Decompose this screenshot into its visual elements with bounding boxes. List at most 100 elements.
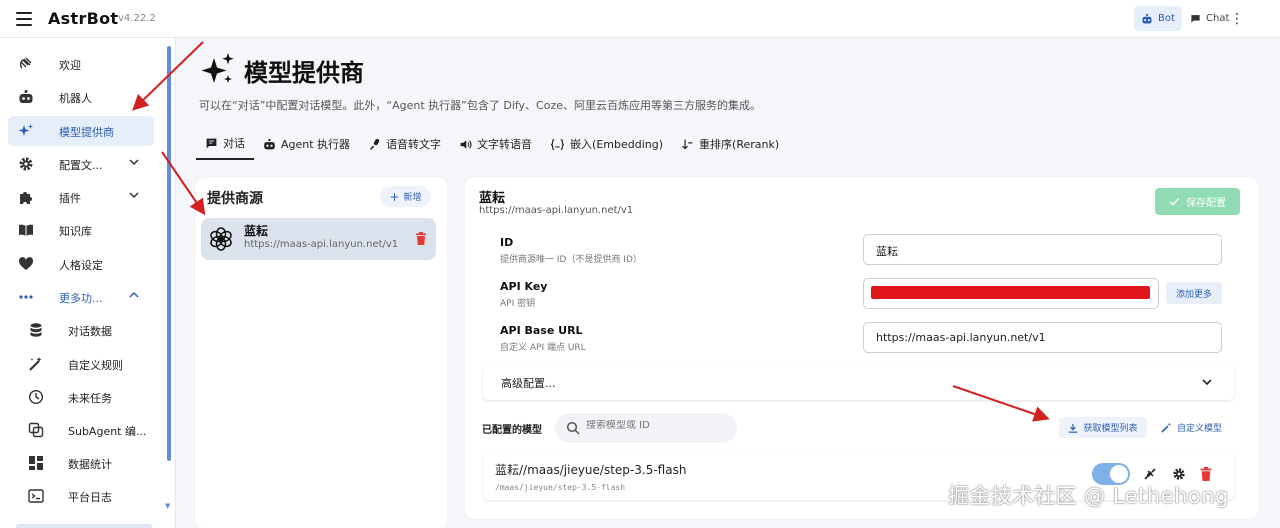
provider-url: https://maas-api.lanyun.net/v1: [244, 239, 399, 250]
tab-label: 语音转文字: [386, 138, 442, 151]
add-provider-label: 新增: [403, 193, 422, 203]
configured-models-label: 已配置的模型: [482, 425, 542, 436]
tab-rerank[interactable]: 重排序(Rerank): [672, 128, 788, 160]
layers-icon: [28, 422, 44, 438]
robot-icon: [264, 138, 275, 149]
sidebar-item-label: 机器人: [59, 92, 92, 105]
add-provider-button[interactable]: + 新增: [380, 186, 431, 207]
sidebar-item-knowledge[interactable]: 知识库: [8, 215, 154, 245]
microphone-icon: [369, 138, 380, 150]
model-name: 蓝耘//maas/jieyue/step-3.5-flash: [495, 463, 687, 477]
sidebar-item-welcome[interactable]: 欢迎: [8, 49, 154, 79]
sidebar-footer: [16, 524, 152, 528]
heart-icon: [18, 257, 34, 270]
chat-button[interactable]: Chat: [1183, 6, 1236, 31]
base-url-input[interactable]: https://maas-api.lanyun.net/v1: [863, 322, 1222, 353]
tab-label: Agent 执行器: [281, 138, 351, 151]
provider-list-item[interactable]: 蓝耘 https://maas-api.lanyun.net/v1: [201, 218, 436, 260]
model-search-input[interactable]: [586, 420, 726, 431]
sidebar-item-tasks[interactable]: 未来任务: [8, 382, 154, 412]
sparkle-icon: [201, 53, 234, 83]
provider-source-panel: 提供商源 + 新增 蓝耘 https://maas-api.lanyun.net…: [196, 178, 447, 528]
search-icon: [566, 421, 580, 435]
top-bar: AstrBot v4.22.2 Bot Chat ⋮: [0, 0, 1280, 38]
id-field-hint: 提供商源唯一 ID（不是提供商 ID）: [500, 255, 642, 265]
book-icon: [19, 224, 33, 236]
chat-button-label: Chat: [1206, 13, 1230, 24]
database-icon: [30, 323, 42, 337]
add-more-key-button[interactable]: 添加更多: [1166, 282, 1222, 304]
chat-icon: [1191, 15, 1200, 23]
sidebar-item-label: 知识库: [59, 225, 92, 238]
sidebar-item-plugins[interactable]: 插件: [8, 182, 154, 212]
sidebar-item-config[interactable]: 配置文...: [8, 149, 154, 179]
sidebar-item-conversations[interactable]: 对话数据: [8, 315, 154, 345]
clock-icon: [28, 389, 44, 405]
more-options-icon[interactable]: ⋮: [1230, 10, 1244, 28]
fetch-models-button[interactable]: 获取模型列表: [1059, 417, 1147, 438]
chevron-down-icon: [129, 192, 139, 199]
custom-model-button[interactable]: 自定义模型: [1161, 417, 1227, 438]
sidebar-item-label: 未来任务: [68, 392, 112, 405]
bot-button[interactable]: Bot: [1134, 6, 1182, 31]
base-url-label: API Base URL: [500, 324, 583, 337]
bot-button-label: Bot: [1158, 13, 1175, 24]
chevron-down-icon: [129, 159, 139, 166]
trash-icon[interactable]: [415, 232, 427, 245]
page-header: 模型提供商: [200, 52, 364, 88]
tab-chat[interactable]: 对话: [196, 128, 254, 160]
chevron-down-icon: [1202, 379, 1212, 386]
model-search[interactable]: [555, 413, 737, 443]
tab-embedding[interactable]: 嵌入(Embedding): [541, 128, 672, 160]
tab-tts[interactable]: 文字转语音: [450, 128, 541, 160]
sidebar-item-more[interactable]: 更多功...: [8, 282, 154, 312]
plus-icon: +: [389, 189, 400, 204]
provider-source-title: 提供商源: [207, 191, 263, 207]
provider-detail-url: https://maas-api.lanyun.net/v1: [479, 205, 634, 216]
chevron-up-icon: [129, 291, 139, 298]
sidebar-item-stats[interactable]: 数据统计: [8, 448, 154, 478]
tab-label: 对话: [223, 137, 245, 150]
sidebar-item-rules[interactable]: 自定义规则: [8, 349, 154, 379]
api-key-label: API Key: [500, 280, 548, 293]
tab-agent-runner[interactable]: Agent 执行器: [254, 128, 359, 160]
dots-icon: [19, 295, 33, 299]
scroll-down-icon[interactable]: ▼: [165, 502, 170, 510]
sidebar-item-label: 更多功...: [59, 292, 103, 305]
sidebar-scrollbar[interactable]: [167, 46, 171, 461]
base-url-hint: 自定义 API 端点 URL: [500, 343, 586, 353]
sort-icon: [682, 139, 693, 149]
sidebar: 欢迎 机器人 模型提供商 配置文... 插件 知识库 人格设定 更多功... 对…: [0, 38, 176, 528]
robot-icon: [19, 90, 33, 103]
sidebar-item-logs[interactable]: 平台日志: [8, 481, 154, 511]
tab-stt[interactable]: 语音转文字: [359, 128, 450, 160]
provider-name: 蓝耘: [244, 224, 269, 238]
sidebar-item-providers[interactable]: 模型提供商: [8, 116, 154, 146]
sidebar-item-persona[interactable]: 人格设定: [8, 249, 154, 279]
provider-detail-panel: 蓝耘 https://maas-api.lanyun.net/v1 保存配置 I…: [465, 178, 1258, 518]
gear-icon: [19, 157, 33, 171]
sidebar-item-subagent[interactable]: SubAgent 编...: [8, 415, 154, 445]
check-icon: [1169, 197, 1180, 206]
sidebar-item-label: 欢迎: [59, 59, 81, 72]
trash-icon[interactable]: [1199, 467, 1213, 481]
advanced-config-label: 高级配置...: [501, 377, 556, 390]
id-field-label: ID: [500, 236, 514, 249]
sparkle-icon: [18, 124, 33, 136]
sidebar-item-label: 配置文...: [59, 159, 103, 172]
api-key-hint: API 密钥: [500, 299, 536, 309]
save-config-label: 保存配置: [1186, 198, 1226, 209]
save-config-button[interactable]: 保存配置: [1155, 188, 1240, 215]
redaction-mark: [871, 286, 1150, 299]
page-title: 模型提供商: [244, 58, 364, 87]
terminal-icon: [28, 489, 44, 503]
brand-name: AstrBot: [48, 9, 119, 28]
gear-icon[interactable]: [1172, 467, 1186, 481]
custom-model-label: 自定义模型: [1177, 424, 1223, 434]
menu-icon[interactable]: [16, 12, 32, 26]
id-input[interactable]: 蓝耘: [863, 234, 1222, 265]
tab-label: 重排序(Rerank): [699, 138, 780, 151]
sidebar-item-bots[interactable]: 机器人: [8, 82, 154, 112]
connection-test-icon[interactable]: [1143, 467, 1157, 481]
advanced-config-expander[interactable]: 高级配置...: [483, 365, 1234, 400]
